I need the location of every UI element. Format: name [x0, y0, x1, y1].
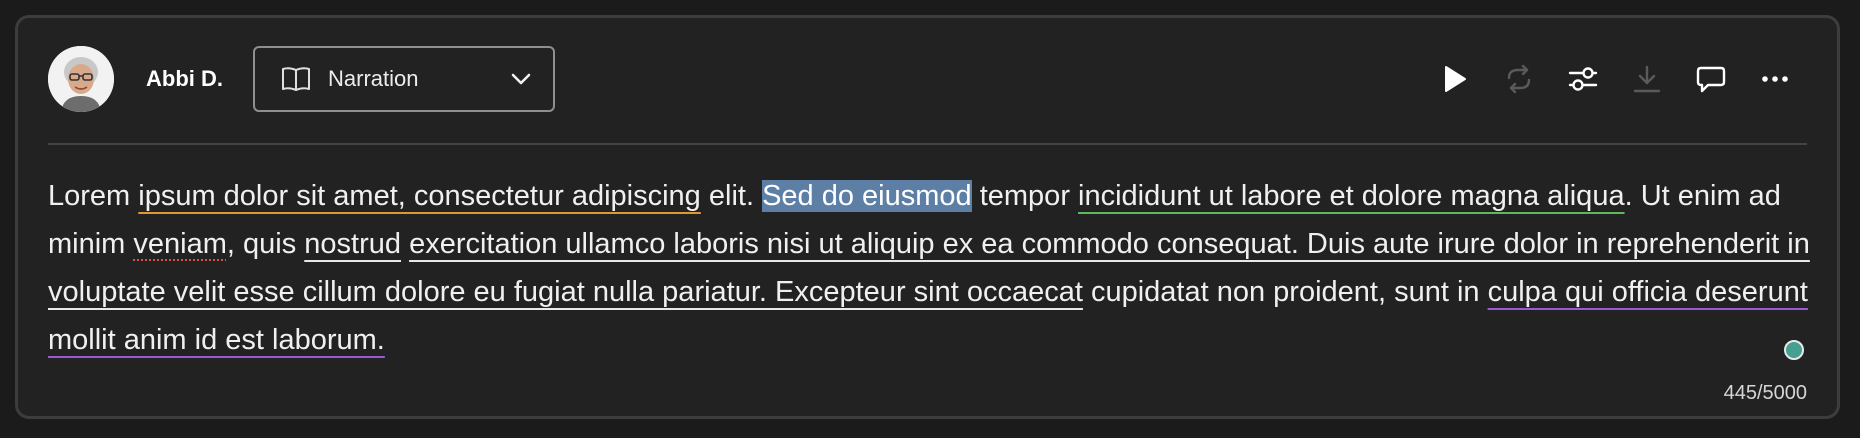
- user-portrait-icon: [48, 46, 114, 112]
- selected-text[interactable]: Sed do eiusmod: [762, 180, 972, 212]
- toolbar: [1423, 53, 1807, 105]
- spellcheck-word[interactable]: veniam: [133, 228, 227, 260]
- editor-card: Abbi D. Narration Lorem ipsum dolor sit …: [15, 15, 1840, 419]
- book-icon: [282, 67, 310, 91]
- user-name: Abbi D.: [146, 66, 223, 91]
- text-editor[interactable]: Lorem ipsum dolor sit amet, consectetur …: [48, 172, 1838, 364]
- regenerate-button[interactable]: [1487, 53, 1551, 105]
- text-segment-annotated-green[interactable]: incididunt ut labore et dolore magna ali…: [1078, 180, 1625, 212]
- mode-dropdown[interactable]: Narration: [253, 46, 555, 112]
- header-bar: Abbi D. Narration: [48, 46, 1807, 112]
- more-options-button[interactable]: [1743, 53, 1807, 105]
- text-segment: , quis: [226, 228, 305, 260]
- chevron-down-icon: [511, 73, 531, 85]
- text-segment: tempor: [971, 180, 1079, 212]
- text-segment: cupidatat non proident, sunt in: [1082, 276, 1488, 308]
- play-icon: [1445, 66, 1466, 92]
- text-segment-annotated-orange[interactable]: ipsum dolor sit amet, consectetur adipis…: [138, 180, 701, 212]
- header-divider: [48, 143, 1807, 145]
- download-button[interactable]: [1615, 53, 1679, 105]
- comment-button[interactable]: [1679, 53, 1743, 105]
- status-indicator: [1784, 340, 1804, 360]
- text-segment: [401, 228, 409, 260]
- avatar[interactable]: [48, 46, 114, 112]
- comment-icon: [1696, 66, 1726, 93]
- voice-settings-button[interactable]: [1551, 53, 1615, 105]
- settings-sliders-icon: [1568, 67, 1598, 91]
- mode-label: Narration: [328, 66, 419, 91]
- regenerate-icon: [1507, 64, 1531, 94]
- character-count: 445/5000: [1723, 382, 1807, 404]
- play-button[interactable]: [1423, 53, 1487, 105]
- text-segment: elit.: [700, 180, 763, 212]
- download-icon: [1633, 65, 1661, 93]
- text-segment: Lorem: [48, 180, 139, 212]
- text-segment-annotated-white[interactable]: nostrud: [304, 228, 401, 260]
- more-options-icon: [1762, 76, 1788, 82]
